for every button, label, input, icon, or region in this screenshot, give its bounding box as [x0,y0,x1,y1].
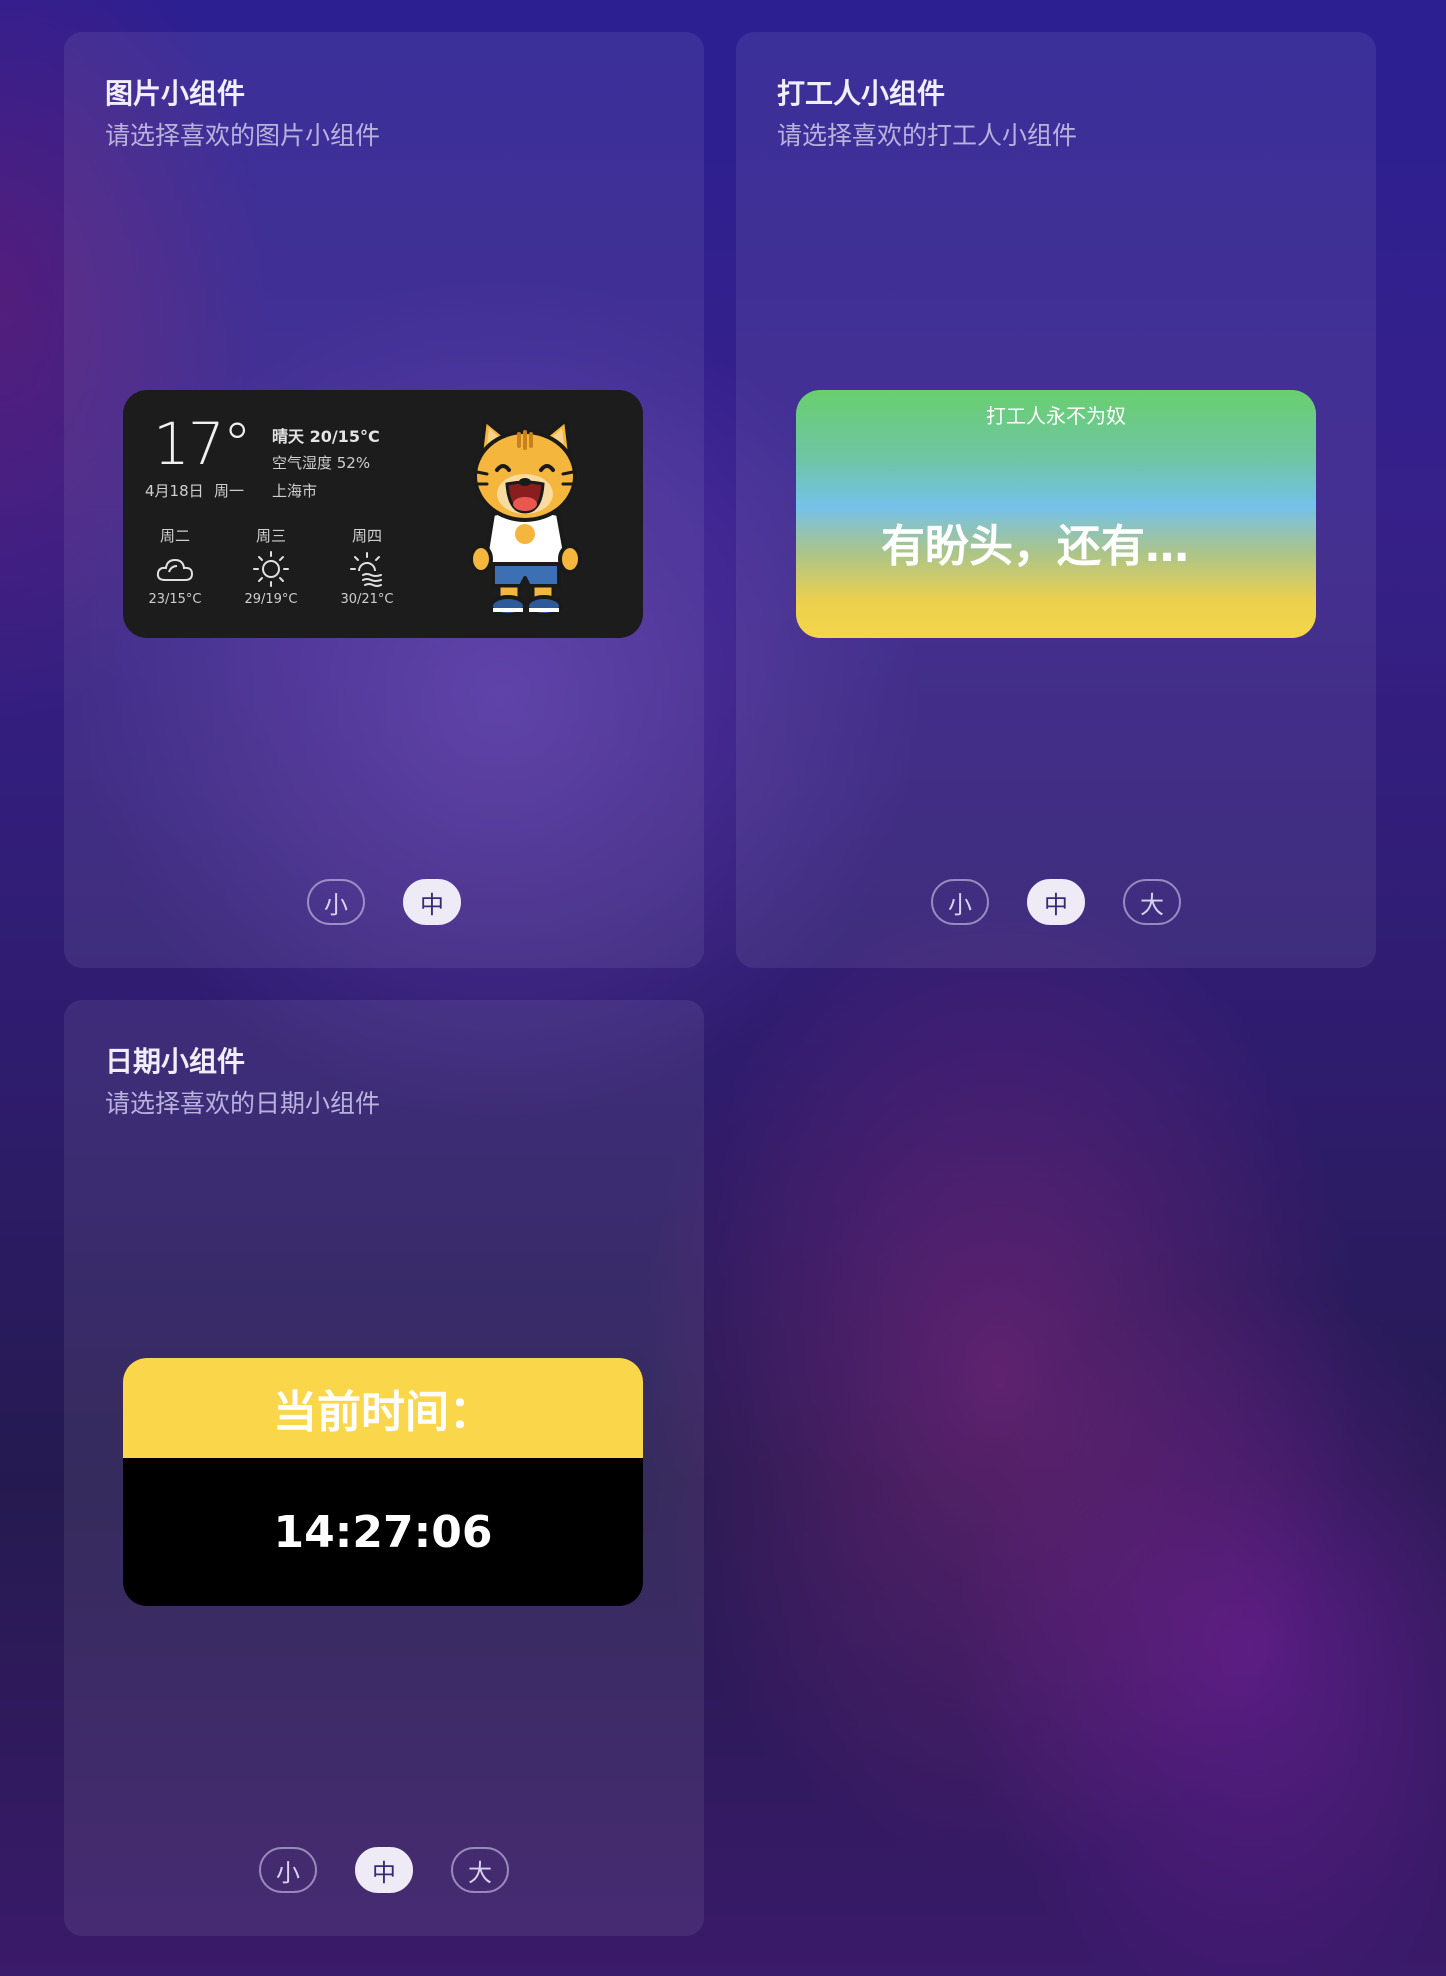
sun-haze-icon [327,546,407,592]
size-medium-button[interactable]: 中 [403,879,461,925]
photo-widget-card: 图片小组件 请选择喜欢的图片小组件 17° 4月18日 周一 晴天 20/15°… [64,32,704,968]
size-small-button[interactable]: 小 [931,879,989,925]
forecast-temp: 30/21°C [340,592,394,607]
tiger-mascot-icon [469,418,582,617]
forecast-day-label: 周二 [159,527,190,545]
card-subtitle: 请选择喜欢的日期小组件 [105,1089,381,1118]
size-selector: 小 中 [64,879,704,925]
size-small-button[interactable]: 小 [307,879,365,925]
weather-city: 上海市 [272,482,318,500]
forecast-day: 周四 30/21°C [327,525,407,607]
forecast-temp: 29/19°C [244,592,298,607]
weather-condition: 晴天 20/15°C [272,427,380,446]
worker-widget-card: 打工人小组件 请选择喜欢的打工人小组件 打工人永不为奴 有盼头，还有… 小 中 … [736,32,1376,968]
worker-widget-message: 有盼头，还有… [881,521,1189,572]
date-widget-card: 日期小组件 请选择喜欢的日期小组件 当前时间： 14:27:06 小 中 大 [64,1000,704,1936]
sun-icon [231,546,311,592]
size-large-button[interactable]: 大 [1123,879,1181,925]
weather-widget-preview[interactable]: 17° 4月18日 周一 晴天 20/15°C 空气湿度 52% 上海市 周二 … [123,390,643,638]
forecast-day-label: 周三 [255,527,286,545]
date-widget-time: 14:27:06 [273,1506,493,1558]
weather-humidity: 空气湿度 52% [272,454,371,472]
card-title: 打工人小组件 [777,77,946,110]
card-title: 日期小组件 [105,1045,246,1078]
card-title: 图片小组件 [105,77,246,110]
card-subtitle: 请选择喜欢的打工人小组件 [777,121,1078,150]
weather-date: 4月18日 [145,482,204,500]
size-medium-button[interactable]: 中 [355,1847,413,1893]
forecast-temp: 23/15°C [148,592,202,607]
size-selector: 小 中 大 [64,1847,704,1893]
size-medium-button[interactable]: 中 [1027,879,1085,925]
size-large-button[interactable]: 大 [451,1847,509,1893]
forecast-day: 周三 29/19°C [231,525,311,607]
date-widget-preview[interactable]: 当前时间： 14:27:06 [123,1358,643,1606]
forecast-day-label: 周四 [351,527,382,545]
weather-weekday: 周一 [214,482,245,500]
date-widget-label: 当前时间： [123,1358,643,1458]
card-subtitle: 请选择喜欢的图片小组件 [105,121,381,150]
worker-widget-header: 打工人永不为奴 [986,404,1126,428]
cloud-icon [135,546,215,592]
size-small-button[interactable]: 小 [259,1847,317,1893]
weather-temperature: 17° [153,410,252,478]
size-selector: 小 中 大 [736,879,1376,925]
forecast-day: 周二 23/15°C [135,525,215,607]
worker-widget-preview[interactable]: 打工人永不为奴 有盼头，还有… [796,390,1316,638]
